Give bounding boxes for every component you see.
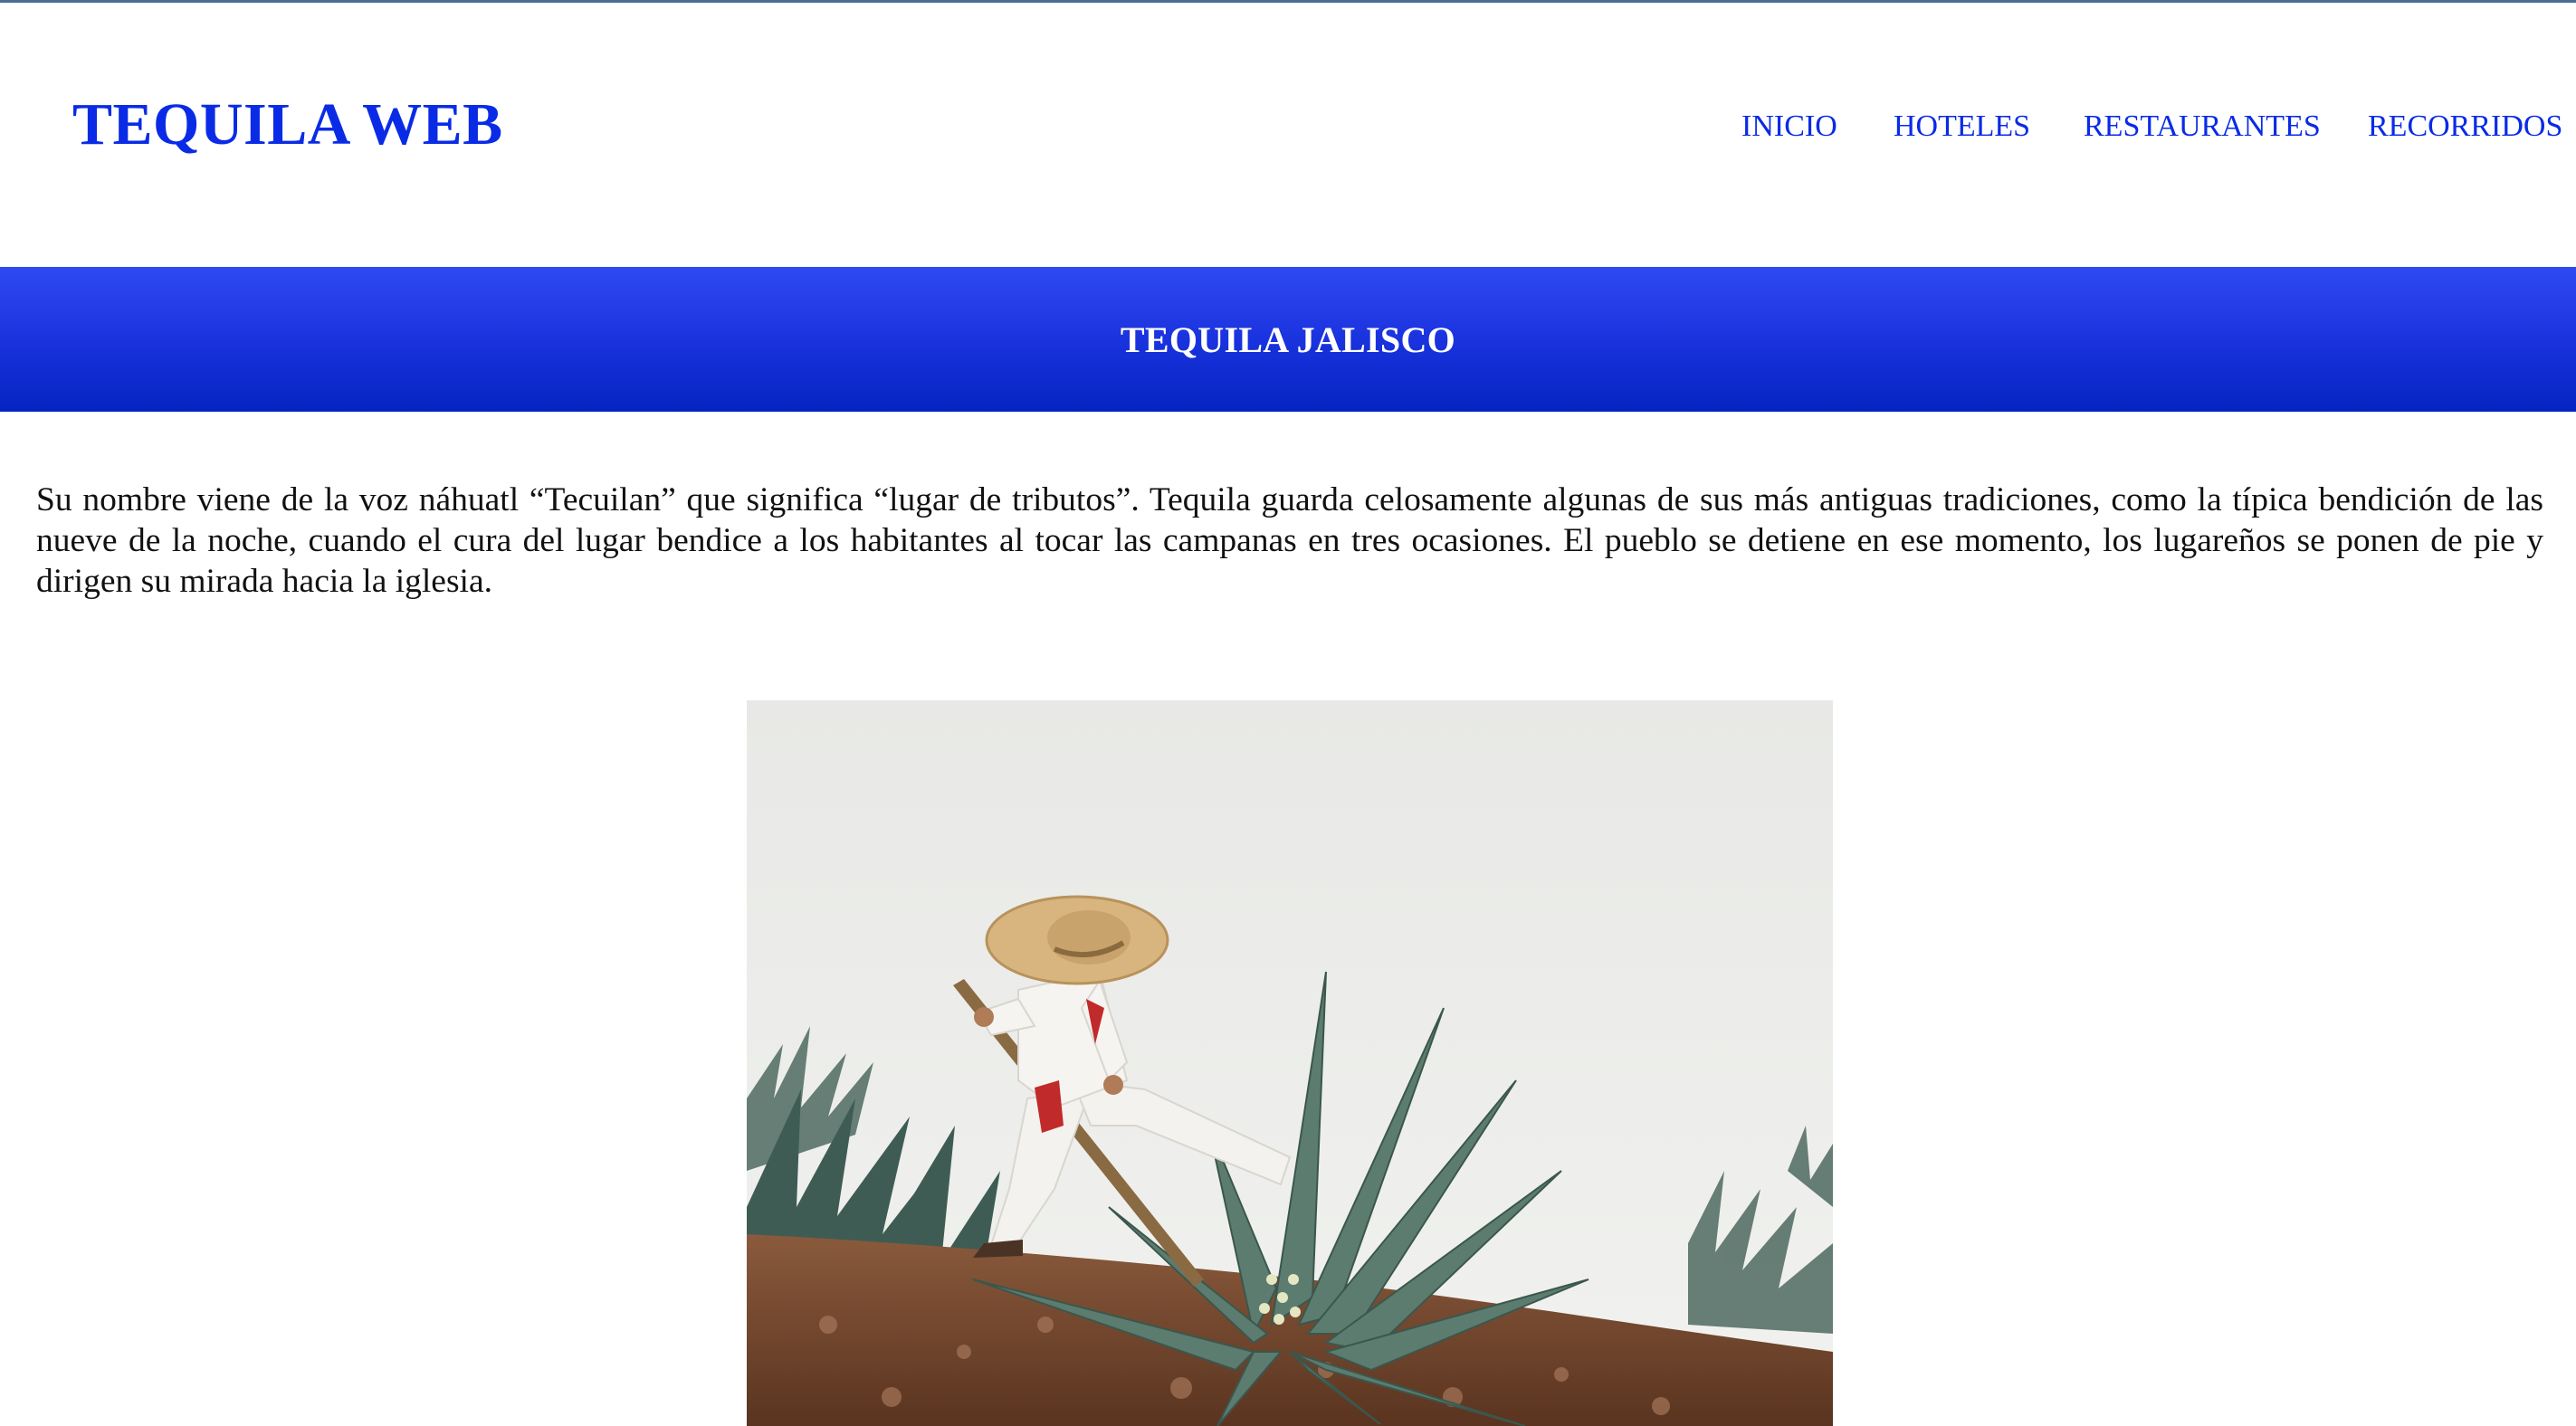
- nav-link-recorridos[interactable]: RECORRIDOS: [2368, 109, 2562, 144]
- page-title: TEQUILA JALISCO: [1120, 318, 1456, 360]
- nav-link-inicio[interactable]: INICIO: [1741, 109, 1837, 144]
- nav-link-hoteles[interactable]: HOTELES: [1894, 109, 2030, 144]
- intro-paragraph: Su nombre viene de la voz náhuatl “Tecui…: [36, 481, 2543, 600]
- jimador-agave-photo: [747, 700, 1833, 1426]
- nav-link-restaurantes[interactable]: RESTAURANTES: [2084, 109, 2321, 144]
- title-banner: TEQUILA JALISCO: [0, 267, 2576, 412]
- site-header: TEQUILA WEB INICIO HOTELES RESTAURANTES …: [0, 3, 2576, 267]
- main-nav: INICIO HOTELES RESTAURANTES RECORRIDOS: [0, 109, 2576, 155]
